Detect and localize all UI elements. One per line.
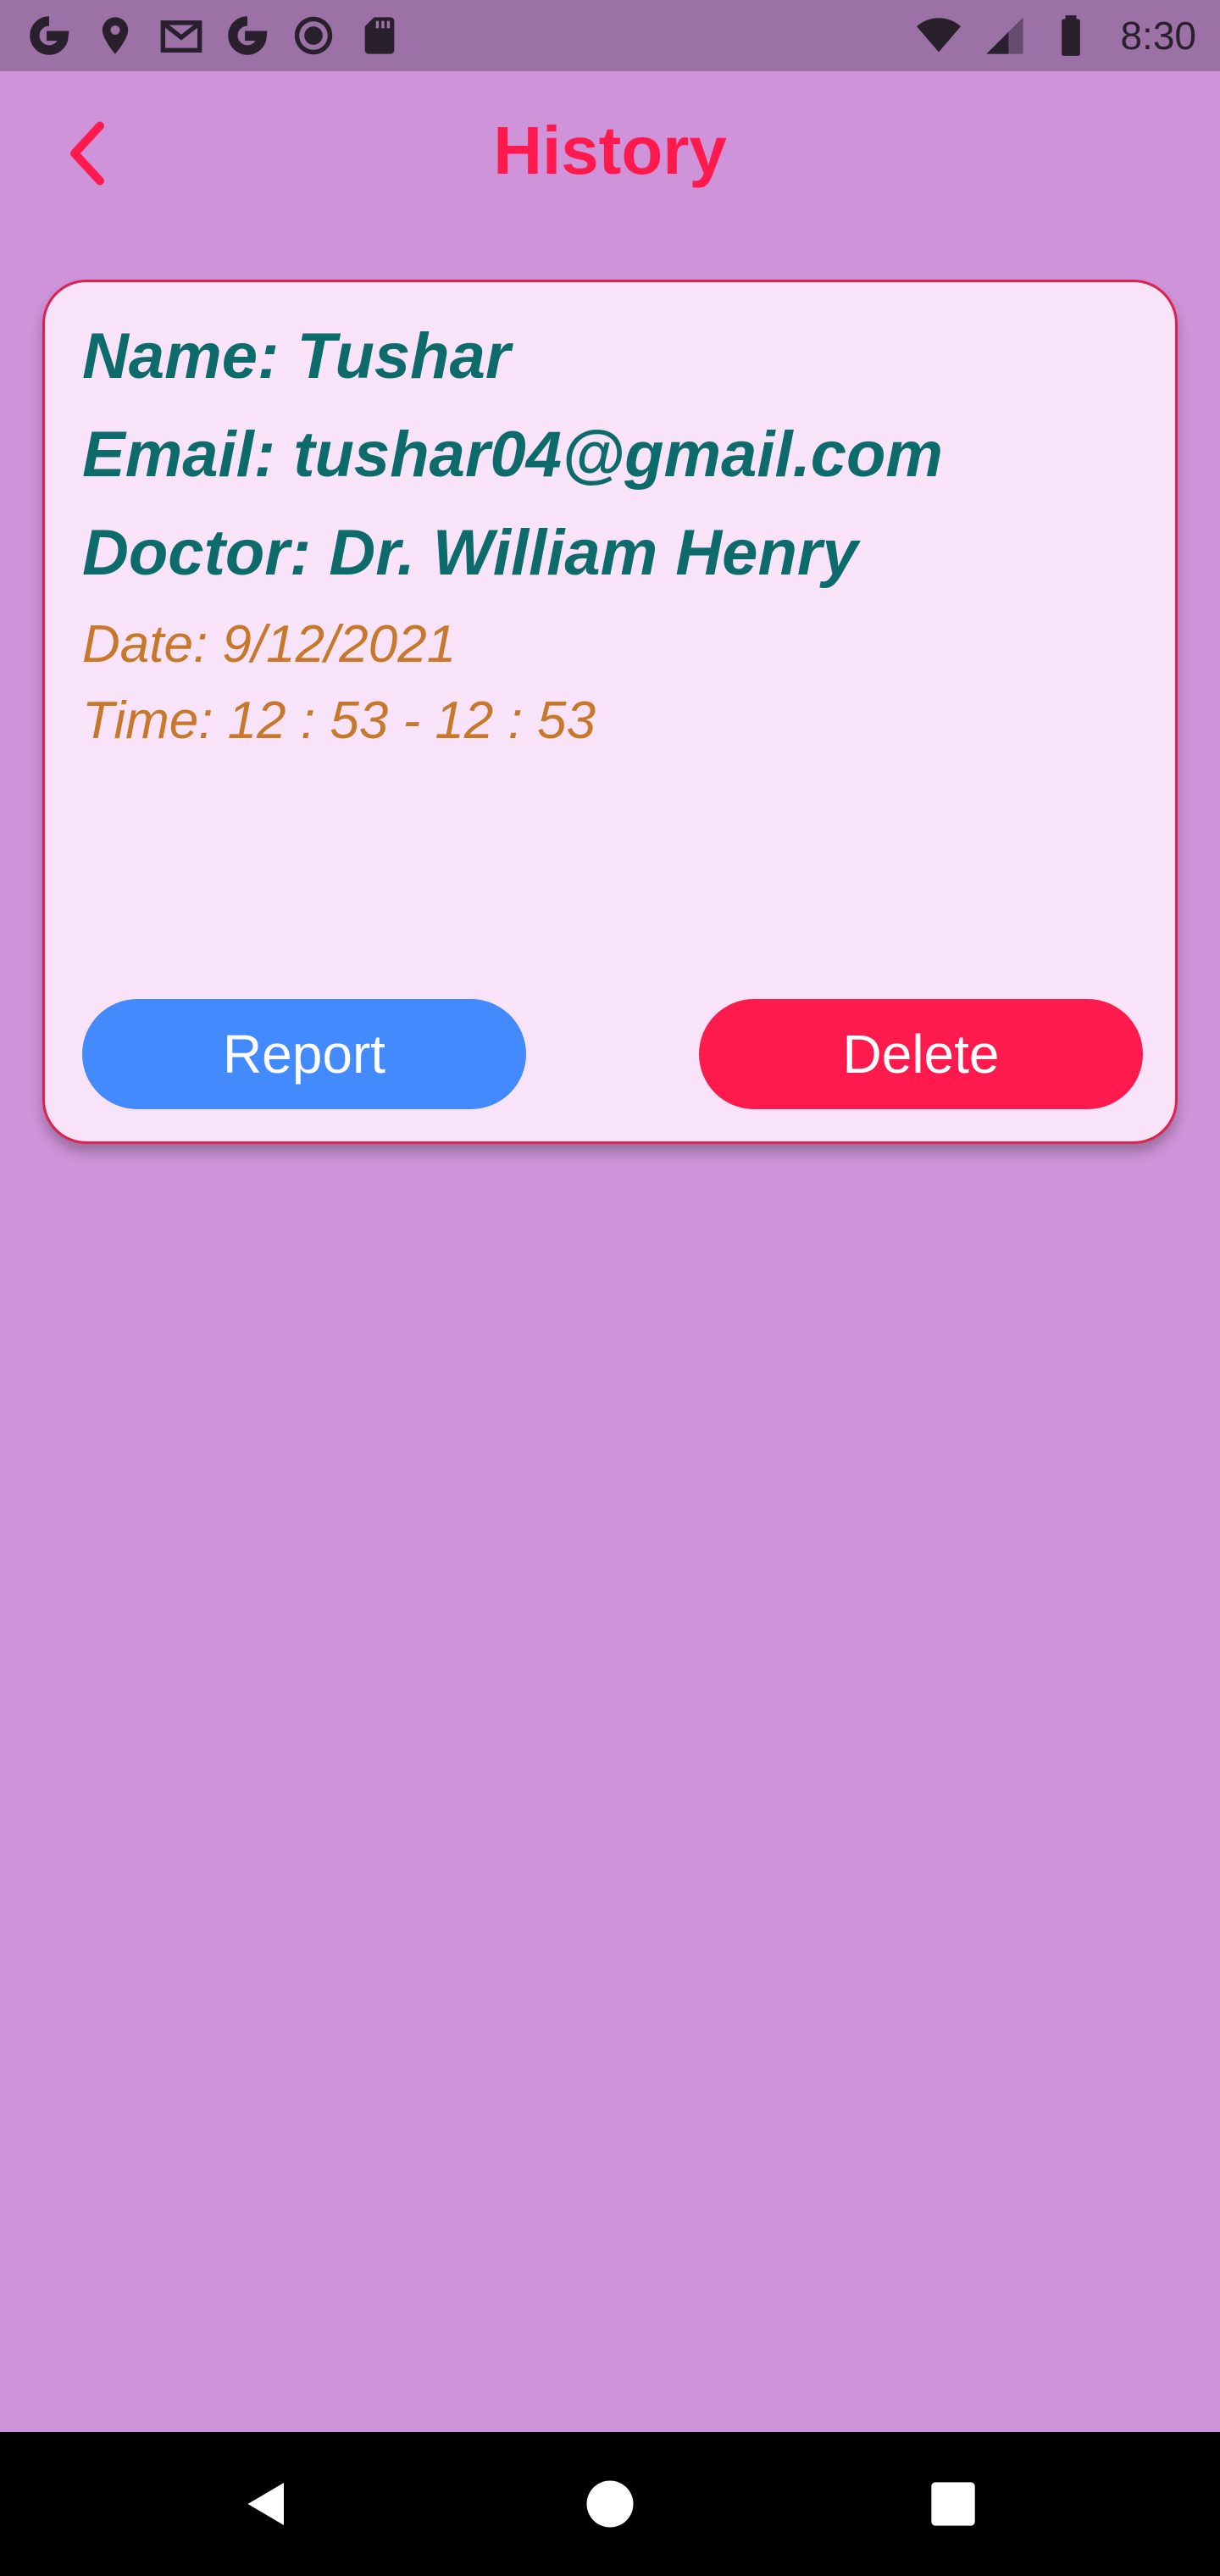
appointment-time: Time: 12 : 53 - 12 : 53 xyxy=(82,691,596,750)
nav-back-icon xyxy=(247,2483,284,2525)
report-button[interactable]: Report xyxy=(82,999,526,1109)
nav-back-button[interactable] xyxy=(229,2466,305,2542)
status-time: 8:30 xyxy=(1120,14,1196,58)
sd-card-icon xyxy=(358,14,402,58)
nav-recent-icon xyxy=(931,2482,975,2526)
appointment-date: Date: 9/12/2021 xyxy=(82,615,457,674)
circle-record-icon xyxy=(291,14,336,58)
app-bar: History xyxy=(0,71,1220,237)
location-pin-icon xyxy=(93,14,137,58)
status-bar: 8:30 xyxy=(0,0,1220,71)
battery-icon xyxy=(1049,14,1093,58)
status-bar-notifications xyxy=(27,14,402,58)
nav-home-icon xyxy=(586,2480,634,2528)
google-icon xyxy=(27,14,71,58)
gmail-icon xyxy=(159,14,203,58)
nav-recent-button[interactable] xyxy=(915,2466,991,2542)
wifi-icon xyxy=(917,14,962,58)
patient-name: Name: Tushar xyxy=(82,320,511,392)
navigation-bar xyxy=(0,2432,1220,2576)
status-bar-system: 8:30 xyxy=(917,13,1196,58)
nav-home-button[interactable] xyxy=(572,2466,648,2542)
patient-email: Email: tushar04@gmail.com xyxy=(82,419,943,491)
cell-signal-icon xyxy=(983,14,1027,58)
doctor-name: Doctor: Dr. William Henry xyxy=(82,517,858,589)
delete-button[interactable]: Delete xyxy=(699,999,1143,1109)
history-card: Name: Tushar Email: tushar04@gmail.com D… xyxy=(42,280,1178,1144)
page-title: History xyxy=(493,113,727,188)
google-icon xyxy=(225,14,269,58)
